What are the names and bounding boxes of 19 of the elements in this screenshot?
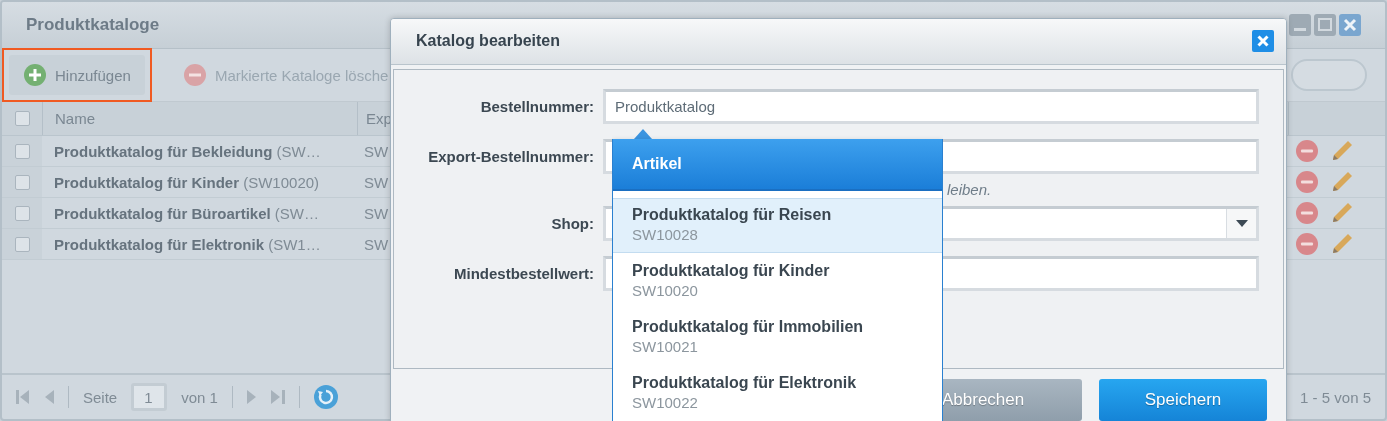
dropdown-header: Artikel [632,155,682,173]
table-cell: SW [364,204,389,222]
field-label: Export-Bestellnummer: [428,147,594,165]
field-label: Shop: [551,214,594,232]
field-label: Mindestbestellwert: [453,264,594,282]
paging-summary: 1 - 5 von 5 [1300,388,1371,406]
page-label: Seite [83,388,118,406]
page-count: von 1 [181,388,218,406]
table-cell-text: Produktkatalog für Kinder (SW10020) [53,173,321,191]
table-cell: SW [364,142,389,160]
dialog-title: Katalog bearbeiten [416,32,562,51]
table-cell: SW [364,235,389,253]
table-cell-text: Produktkatalog für Bekleidung (SW… [53,142,322,160]
table-cell-text: Produktkatalog für Elektronik (SW1… [53,235,322,253]
help-text: leiben. [946,180,993,198]
window-title: Produktkataloge [26,15,161,35]
field-label: Bestellnummer: [480,97,594,115]
table-cell-text: Produktkatalog für Büroartikel (SW… [53,204,321,222]
table-cell: SW [364,173,389,191]
